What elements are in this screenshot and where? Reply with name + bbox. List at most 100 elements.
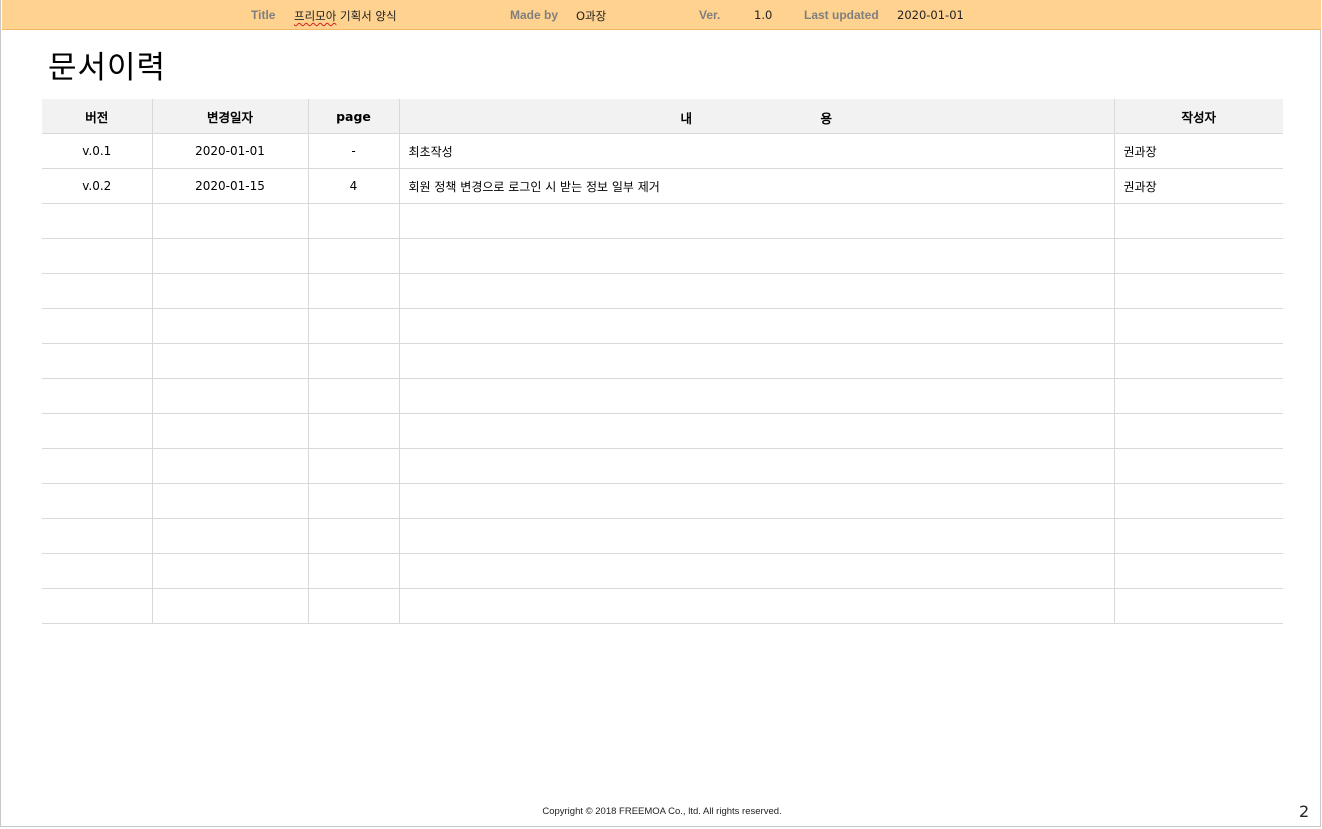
empty-cell (1114, 308, 1283, 344)
empty-cell (1114, 448, 1283, 484)
empty-cell (42, 378, 153, 414)
empty-cell (152, 203, 309, 239)
cell-page: 4 (308, 168, 400, 204)
empty-table-row (42, 238, 1283, 274)
empty-cell (42, 308, 153, 344)
empty-cell (152, 588, 309, 624)
copyright-footer: Copyright © 2018 FREEMOA Co., ltd. All r… (542, 806, 782, 817)
cell-author: 권과장 (1114, 168, 1283, 204)
empty-cell (152, 553, 309, 589)
column-header-content-part1: 내 (680, 111, 693, 126)
empty-table-row (42, 308, 1283, 344)
empty-cell (1114, 343, 1283, 379)
empty-table-row (42, 448, 1283, 484)
table-header-row: 버전 변경일자 page 내 용 작성자 (42, 99, 1283, 134)
empty-table-row (42, 553, 1283, 589)
empty-cell (1114, 483, 1283, 519)
empty-cell (1114, 378, 1283, 414)
empty-cell (152, 343, 309, 379)
empty-cell (399, 308, 1115, 344)
last-updated-label: Last updated (804, 8, 879, 22)
empty-cell (152, 273, 309, 309)
empty-table-row (42, 203, 1283, 239)
empty-cell (152, 448, 309, 484)
cell-version: v.0.1 (42, 133, 153, 169)
empty-cell (1114, 588, 1283, 624)
empty-cell (42, 238, 153, 274)
cell-content: 최초작성 (399, 133, 1115, 169)
empty-cell (399, 238, 1115, 274)
made-by-value: O과장 (576, 9, 607, 23)
title-label: Title (251, 8, 276, 22)
column-header-content-part2: 용 (820, 111, 833, 126)
empty-cell (1114, 238, 1283, 274)
empty-cell (399, 518, 1115, 554)
empty-cell (308, 413, 400, 449)
empty-cell (308, 588, 400, 624)
title-value-rest: 기획서 양식 (339, 9, 397, 23)
empty-cell (399, 553, 1115, 589)
empty-cell (308, 483, 400, 519)
empty-cell (42, 588, 153, 624)
empty-cell (308, 273, 400, 309)
document-history-table: 버전 변경일자 page 내 용 작성자 v.0.1 2020-01-01 - … (42, 99, 1283, 624)
empty-cell (399, 273, 1115, 309)
empty-cell (42, 448, 153, 484)
empty-cell (308, 203, 400, 239)
cell-page: - (308, 133, 400, 169)
empty-cell (1114, 518, 1283, 554)
empty-cell (42, 518, 153, 554)
cell-content: 회원 정책 변경으로 로그인 시 받는 정보 일부 제거 (399, 168, 1115, 204)
empty-cell (42, 343, 153, 379)
cell-author: 권과장 (1114, 133, 1283, 169)
cell-date: 2020-01-15 (152, 168, 309, 204)
version-label: Ver. (699, 8, 721, 22)
empty-table-row (42, 273, 1283, 309)
page-number: 2 (1299, 802, 1310, 821)
table-row: v.0.1 2020-01-01 - 최초작성 권과장 (42, 133, 1283, 169)
made-by-label: Made by (510, 8, 559, 22)
empty-cell (1114, 413, 1283, 449)
empty-cell (152, 483, 309, 519)
table-row: v.0.2 2020-01-15 4 회원 정책 변경으로 로그인 시 받는 정… (42, 168, 1283, 204)
empty-cell (42, 273, 153, 309)
empty-cell (308, 518, 400, 554)
empty-cell (42, 203, 153, 239)
empty-table-row (42, 343, 1283, 379)
empty-table-row (42, 518, 1283, 554)
column-header-content: 내 용 (399, 99, 1115, 134)
cell-date: 2020-01-01 (152, 133, 309, 169)
empty-table-row (42, 483, 1283, 519)
cell-version: v.0.2 (42, 168, 153, 204)
document-page: Title 프리모아 기획서 양식 Made by O과장 Ver. 1.0 L… (0, 0, 1321, 827)
empty-cell (42, 553, 153, 589)
empty-cell (308, 308, 400, 344)
empty-cell (308, 553, 400, 589)
empty-cell (399, 483, 1115, 519)
empty-cell (399, 378, 1115, 414)
version-value: 1.0 (754, 8, 773, 22)
empty-cell (152, 378, 309, 414)
empty-cell (399, 588, 1115, 624)
title-value-spellcheck: 프리모아 (294, 9, 337, 23)
empty-table-row (42, 588, 1283, 624)
empty-cell (399, 413, 1115, 449)
page-title: 문서이력 (48, 50, 167, 86)
empty-cell (399, 343, 1115, 379)
empty-cell (152, 413, 309, 449)
empty-table-row (42, 413, 1283, 449)
empty-cell (399, 448, 1115, 484)
empty-cell (308, 238, 400, 274)
column-header-version: 버전 (42, 99, 153, 134)
empty-cell (308, 448, 400, 484)
empty-cell (152, 518, 309, 554)
empty-cell (308, 378, 400, 414)
empty-cell (42, 413, 153, 449)
column-header-date: 변경일자 (152, 99, 309, 134)
column-header-page: page (308, 99, 400, 134)
empty-cell (1114, 203, 1283, 239)
empty-cell (152, 238, 309, 274)
column-header-author: 작성자 (1114, 99, 1283, 134)
empty-cell (308, 343, 400, 379)
empty-cell (152, 308, 309, 344)
